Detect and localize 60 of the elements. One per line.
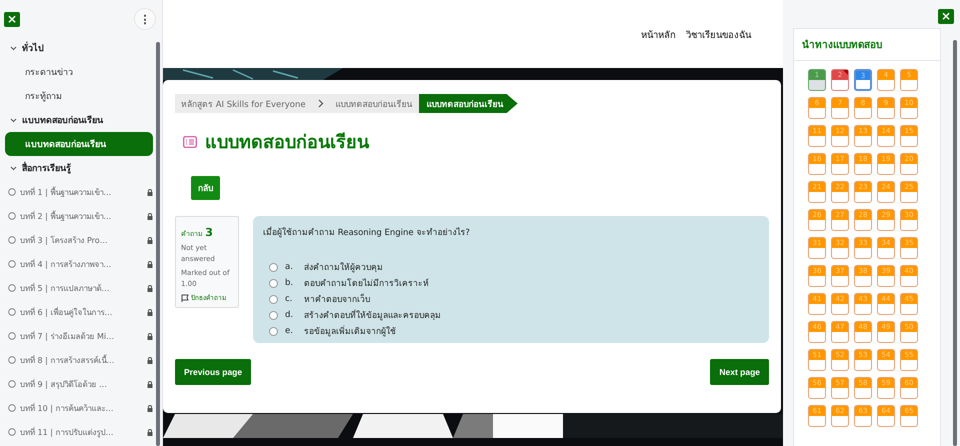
nav-link[interactable]: วิชาเรียนของฉัน	[686, 26, 751, 42]
flag-icon	[181, 294, 189, 302]
lesson-item[interactable]: บทที่ 4 | การสร้างภาพจา…	[5, 252, 153, 276]
lesson-item[interactable]: บทที่ 8 | การสร้างสรรค์เนื้…	[5, 348, 153, 372]
lesson-item[interactable]: บทที่ 1 | พื้นฐานความเข้า…	[5, 180, 153, 204]
scrollbar[interactable]	[156, 42, 160, 446]
scrollbar[interactable]	[953, 40, 957, 446]
page-title: แบบทดสอบก่อนเรียน	[205, 131, 369, 155]
next-page-button[interactable]: Next page	[710, 359, 769, 385]
menu-button[interactable]: ⋮	[134, 8, 156, 30]
answer-option[interactable]: c. หาคำตอบจากเว็บ	[269, 291, 759, 307]
answer-option[interactable]: d. สร้างคำตอบที่ให้ข้อมูลและครอบคลุม	[269, 307, 759, 323]
circle-icon	[8, 308, 16, 316]
breadcrumb-link[interactable]: หลักสูตร AI Skills for Everyone	[175, 94, 312, 113]
back-button[interactable]: กลับ	[191, 176, 220, 200]
section-toggle[interactable]: ทั่วไป	[10, 36, 152, 60]
close-button[interactable]: ×	[4, 12, 20, 26]
nav-item[interactable]: กระทู้ถาม	[5, 84, 153, 108]
circle-icon	[8, 188, 16, 196]
nav-item[interactable]: กระดานข่าว	[5, 60, 153, 84]
chevron-icon[interactable]	[10, 118, 17, 122]
answer-option[interactable]: a. ส่งคำถามให้ผู้ควบคุม	[269, 259, 759, 275]
lesson-item[interactable]: บทที่ 2 | พื้นฐานความเข้า…	[5, 204, 153, 228]
nav-item[interactable]: แบบทดสอบก่อนเรียน	[5, 132, 153, 156]
circle-icon	[8, 332, 16, 340]
lesson-item[interactable]: บทที่ 10 | การค้นคว้าและ…	[5, 396, 153, 420]
lesson-item[interactable]: บทที่ 11 | การปรับแต่งรูป…	[5, 420, 153, 444]
lesson-item[interactable]: บทที่ 5 | การแปลภาษาด้…	[5, 276, 153, 300]
circle-icon	[8, 260, 16, 268]
chevron-icon[interactable]	[10, 166, 17, 170]
chevron-icon[interactable]	[10, 46, 17, 50]
circle-icon	[8, 428, 16, 436]
question-text: เมื่อผู้ใช้ถามคำถาม Reasoning Engine จะทำอย่างไร?	[263, 225, 471, 239]
circle-icon	[8, 212, 16, 220]
chevron-right-icon	[318, 99, 324, 108]
section-toggle[interactable]: แบบทดสอบก่อนเรียน	[10, 108, 152, 132]
circle-icon	[8, 356, 16, 364]
lesson-item[interactable]: บทที่ 6 | เพื่อนคู่ใจในการ…	[5, 300, 153, 324]
radio-button[interactable]	[269, 326, 278, 336]
nav-link[interactable]: หน้าหลัก	[641, 26, 676, 42]
lesson-item[interactable]: บทที่ 3 | โครงสร้าง Pro…	[5, 228, 153, 252]
radio-button[interactable]	[269, 310, 278, 320]
quiz-icon	[183, 136, 197, 148]
radio-button[interactable]	[269, 262, 278, 272]
circle-icon	[8, 284, 16, 292]
breadcrumb-link[interactable]: แบบทดสอบก่อนเรียน	[330, 94, 419, 113]
answer-option[interactable]: b. ตอบคำถามโดยไม่มีการวิเคราะห์	[269, 275, 759, 291]
panel-title: นำทางแบบทดสอบ	[794, 29, 940, 61]
answer-option[interactable]: e. รอข้อมูลเพิ่มเติมจากผู้ใช้	[269, 323, 759, 339]
circle-icon	[8, 404, 16, 412]
breadcrumb-link[interactable]: แบบทดสอบก่อนเรียน	[418, 94, 518, 113]
radio-button[interactable]	[269, 294, 278, 304]
lesson-item[interactable]: บทที่ 7 | ร่างอีเมลด้วย Mi…	[5, 324, 153, 348]
section-toggle[interactable]: สื่อการเรียนรู้	[10, 156, 152, 180]
previous-page-button[interactable]: Previous page	[175, 359, 252, 385]
radio-button[interactable]	[269, 278, 278, 288]
lesson-item[interactable]: บทที่ 9 | สรุปวิดีโอด้วย …	[5, 372, 153, 396]
circle-icon	[8, 380, 16, 388]
circle-icon	[8, 236, 16, 244]
close-button[interactable]: ×	[938, 9, 954, 24]
